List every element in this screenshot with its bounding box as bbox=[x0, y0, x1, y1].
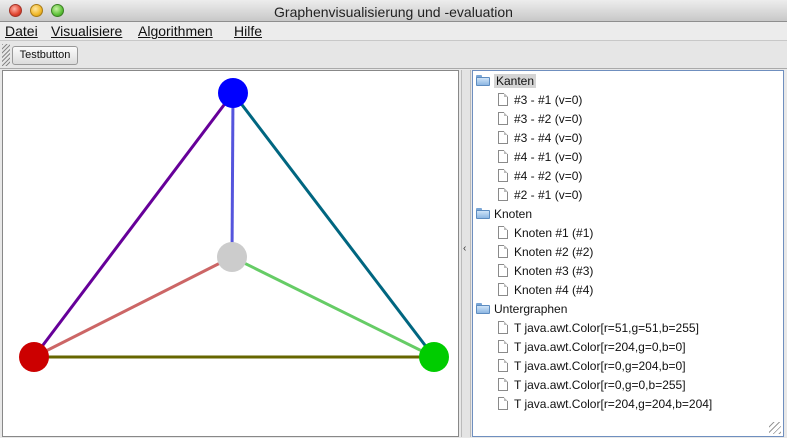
tree-item-knoten[interactable]: Knoten #1 (#1) bbox=[498, 224, 593, 243]
graph-node-blue[interactable] bbox=[218, 78, 248, 108]
tree-item-knoten[interactable]: Knoten #3 (#3) bbox=[498, 262, 593, 281]
tree-item-kante[interactable]: #4 - #1 (v=0) bbox=[498, 148, 582, 167]
document-icon bbox=[498, 131, 508, 145]
graph-edge-blue-green[interactable] bbox=[231, 92, 436, 358]
window-title: Graphenvisualisierung und -evaluation bbox=[274, 4, 513, 20]
folder-icon bbox=[476, 75, 490, 87]
collapse-arrow-icon[interactable]: ‹ bbox=[463, 243, 466, 254]
tree-item-untergraph[interactable]: T java.awt.Color[r=204,g=0,b=0] bbox=[498, 338, 686, 357]
document-icon bbox=[498, 340, 508, 354]
document-icon bbox=[498, 150, 508, 164]
document-icon bbox=[498, 283, 508, 297]
edges-layer bbox=[32, 92, 436, 359]
folder-icon bbox=[476, 208, 490, 220]
tree-folder-kanten[interactable]: Kanten bbox=[476, 72, 537, 91]
tree-item-kante[interactable]: #3 - #1 (v=0) bbox=[498, 91, 582, 110]
resize-grip-icon[interactable] bbox=[769, 422, 781, 434]
menu-visualisiere[interactable]: Visualisiere bbox=[51, 23, 122, 39]
graph-node-gray[interactable] bbox=[217, 242, 247, 272]
tree-item-untergraph[interactable]: T java.awt.Color[r=204,g=204,b=204] bbox=[498, 395, 712, 414]
graph-canvas[interactable] bbox=[2, 70, 459, 437]
tree-folder-label: Untergraphen bbox=[494, 302, 568, 316]
menu-algorithmen[interactable]: Algorithmen bbox=[138, 23, 213, 39]
document-icon bbox=[498, 245, 508, 259]
graph-svg bbox=[19, 78, 449, 372]
tree-item-knoten[interactable]: Knoten #4 (#4) bbox=[498, 281, 593, 300]
tree-item-kante[interactable]: #4 - #2 (v=0) bbox=[498, 167, 582, 186]
tree-folder-untergraphen[interactable]: Untergraphen bbox=[476, 300, 567, 319]
menu-bar: Datei Visualisiere Algorithmen Hilfe bbox=[0, 22, 787, 41]
document-icon bbox=[498, 93, 508, 107]
tree-item-untergraph[interactable]: T java.awt.Color[r=0,g=0,b=255] bbox=[498, 376, 686, 395]
tree-folder-label: Knoten bbox=[494, 207, 533, 221]
menu-datei[interactable]: Datei bbox=[5, 23, 38, 39]
toolbar-grip[interactable] bbox=[2, 44, 10, 66]
tree-item-knoten[interactable]: Knoten #2 (#2) bbox=[498, 243, 593, 262]
document-icon bbox=[498, 359, 508, 373]
document-icon bbox=[498, 188, 508, 202]
document-icon bbox=[498, 264, 508, 278]
title-bar: Graphenvisualisierung und -evaluation bbox=[0, 0, 787, 22]
graph-edge-blue-red[interactable] bbox=[32, 92, 235, 358]
menu-hilfe[interactable]: Hilfe bbox=[234, 23, 262, 39]
tree-pane[interactable]: Kanten #3 - #1 (v=0) #3 - #2 (v=0) #3 - … bbox=[472, 70, 784, 437]
document-icon bbox=[498, 112, 508, 126]
graph-edge-gray-red[interactable] bbox=[33, 255, 233, 359]
tree-item-untergraph[interactable]: T java.awt.Color[r=0,g=204,b=0] bbox=[498, 357, 686, 376]
graph-edge-gray-green[interactable] bbox=[231, 255, 435, 359]
document-icon bbox=[498, 378, 508, 392]
folder-icon bbox=[476, 303, 490, 315]
document-icon bbox=[498, 169, 508, 183]
graph-node-red[interactable] bbox=[19, 342, 49, 372]
split-divider[interactable]: ‹ bbox=[461, 70, 471, 437]
tree-item-kante[interactable]: #3 - #4 (v=0) bbox=[498, 129, 582, 148]
toolbar: Testbutton bbox=[0, 41, 787, 69]
tree-folder-knoten[interactable]: Knoten bbox=[476, 205, 532, 224]
document-icon bbox=[498, 397, 508, 411]
document-icon bbox=[498, 321, 508, 335]
graph-edge-blue-gray[interactable] bbox=[230, 92, 235, 258]
graph-node-green[interactable] bbox=[419, 342, 449, 372]
document-icon bbox=[498, 226, 508, 240]
tree-item-kante[interactable]: #3 - #2 (v=0) bbox=[498, 110, 582, 129]
test-button[interactable]: Testbutton bbox=[12, 46, 78, 65]
tree-folder-label: Kanten bbox=[494, 74, 537, 88]
tree-item-kante[interactable]: #2 - #1 (v=0) bbox=[498, 186, 582, 205]
tree-item-untergraph[interactable]: T java.awt.Color[r=51,g=51,b=255] bbox=[498, 319, 699, 338]
